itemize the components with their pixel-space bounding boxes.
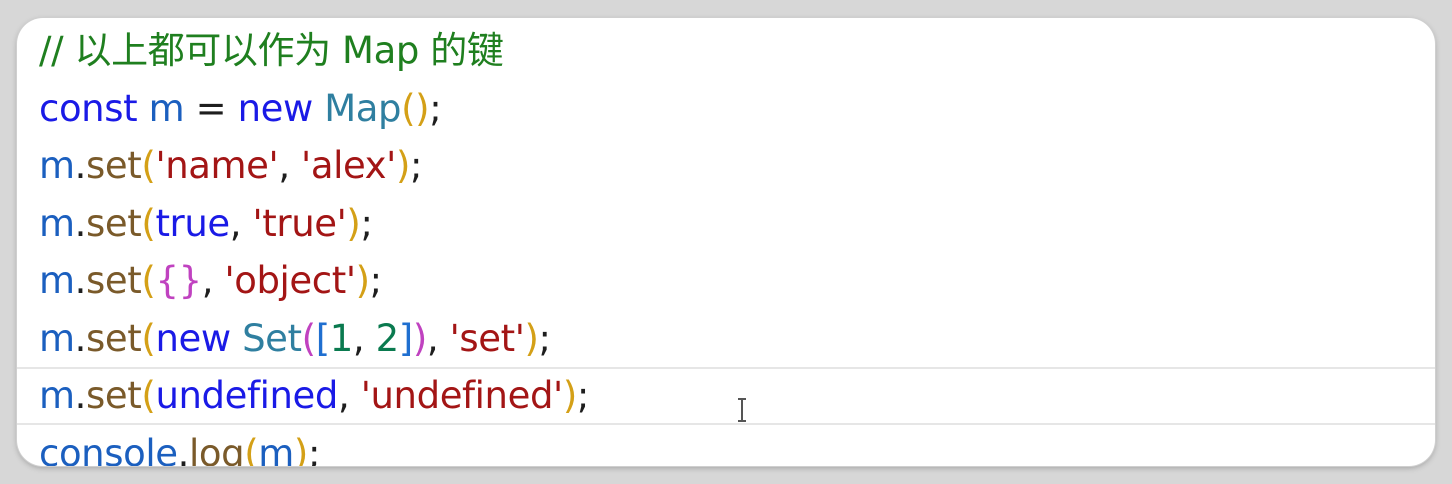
code-token-string: 'alex'	[301, 144, 396, 187]
code-token-punct: .	[74, 201, 87, 245]
code-token-bracket1: )	[346, 201, 361, 245]
code-token-keyword: undefined	[155, 374, 338, 417]
code-token-function: set	[86, 144, 142, 187]
code-token-number: 2	[375, 316, 400, 360]
code-token-bracket1: )	[562, 374, 577, 417]
code-token-punct: ,	[201, 259, 225, 302]
code-token-function: set	[86, 374, 142, 417]
code-token-bracket1: (	[141, 201, 156, 245]
code-line[interactable]: m.set(undefined, 'undefined');	[17, 367, 1435, 425]
code-token-string: 'true'	[252, 201, 347, 245]
code-line[interactable]: m.set({}, 'object');	[39, 252, 1435, 310]
code-token-class: Set	[242, 316, 302, 360]
code-token-punct: ,	[426, 316, 450, 360]
code-token-punct: ,	[338, 374, 361, 417]
code-token-punct: .	[74, 374, 87, 417]
code-token-variable: m	[148, 86, 185, 130]
code-token-punct: ,	[278, 144, 302, 187]
code-line[interactable]: // 以上都可以作为 Map 的键	[39, 22, 1435, 80]
code-token-bracket1: )	[524, 316, 539, 360]
code-token-number: 1	[329, 316, 354, 360]
code-token-punct: .	[74, 316, 87, 360]
code-token-bracket1: (	[141, 259, 156, 302]
code-token-bracket1: (	[244, 431, 259, 467]
code-token-function: set	[86, 259, 142, 302]
code-token-punct	[313, 87, 324, 130]
code-token-punct	[137, 87, 148, 130]
code-line[interactable]: m.set(true, 'true');	[39, 195, 1435, 253]
code-token-function: log	[188, 431, 245, 467]
code-token-punct: ,	[229, 201, 253, 245]
code-token-bracket2: (	[301, 316, 316, 360]
code-token-function: set	[86, 201, 142, 245]
code-token-bracket1: (	[141, 374, 156, 417]
code-token-string: 'undefined'	[360, 374, 564, 417]
code-token-bracket1: )	[293, 431, 308, 467]
code-token-keyword: new	[237, 86, 314, 130]
code-token-punct: ;	[576, 374, 589, 417]
code-token-bracket3: [	[315, 316, 330, 360]
code-token-punct: .	[74, 259, 87, 302]
code-line[interactable]: m.set('name', 'alex');	[39, 137, 1435, 195]
code-token-bracket3: ]	[398, 316, 413, 360]
code-token-keyword: const	[39, 86, 138, 130]
code-token-variable: m	[39, 316, 75, 360]
code-token-keyword: new	[155, 316, 231, 360]
code-token-variable: console	[39, 431, 178, 467]
code-token-string: 'set'	[449, 316, 525, 360]
code-token-punct: ,	[352, 316, 376, 360]
code-token-bracket1: (	[141, 144, 156, 187]
code-line[interactable]: console.log(m);	[39, 425, 1435, 467]
code-token-comment: // 以上都可以作为 Map 的键	[39, 29, 504, 72]
code-token-punct: ;	[410, 144, 423, 187]
code-token-string: 'object'	[224, 259, 356, 302]
code-token-punct: =	[184, 86, 238, 130]
code-token-punct: .	[74, 144, 87, 187]
code-token-variable: m	[39, 374, 75, 417]
code-token-keyword: true	[155, 201, 230, 245]
code-token-string: 'name'	[155, 144, 279, 187]
code-line[interactable]: const m = new Map();	[39, 80, 1435, 138]
text-cursor-icon	[738, 398, 746, 422]
code-token-variable: m	[39, 144, 75, 187]
code-token-function: set	[86, 316, 142, 360]
code-token-punct: ;	[360, 201, 373, 245]
code-line[interactable]: m.set(new Set([1, 2]), 'set');	[39, 310, 1435, 368]
code-token-bracket1: )	[355, 259, 370, 302]
code-token-punct: ;	[369, 259, 382, 302]
code-token-variable: m	[39, 259, 75, 302]
code-token-punct: .	[177, 431, 190, 467]
code-token-bracket2: {}	[155, 259, 202, 302]
code-token-variable: m	[39, 201, 75, 245]
code-token-bracket1: ()	[401, 86, 430, 130]
code-token-punct: ;	[307, 431, 321, 467]
code-token-bracket2: )	[412, 316, 427, 360]
code-token-bracket1: )	[395, 144, 410, 187]
code-token-bracket1: (	[141, 316, 156, 360]
code-token-punct	[231, 317, 242, 360]
code-token-variable: m	[258, 431, 294, 467]
code-token-class: Map	[324, 86, 402, 130]
code-token-punct: ;	[538, 316, 551, 360]
code-editor-window: // 以上都可以作为 Map 的键 const m = new Map(); m.s…	[17, 18, 1435, 466]
code-token-punct: ;	[429, 86, 442, 130]
